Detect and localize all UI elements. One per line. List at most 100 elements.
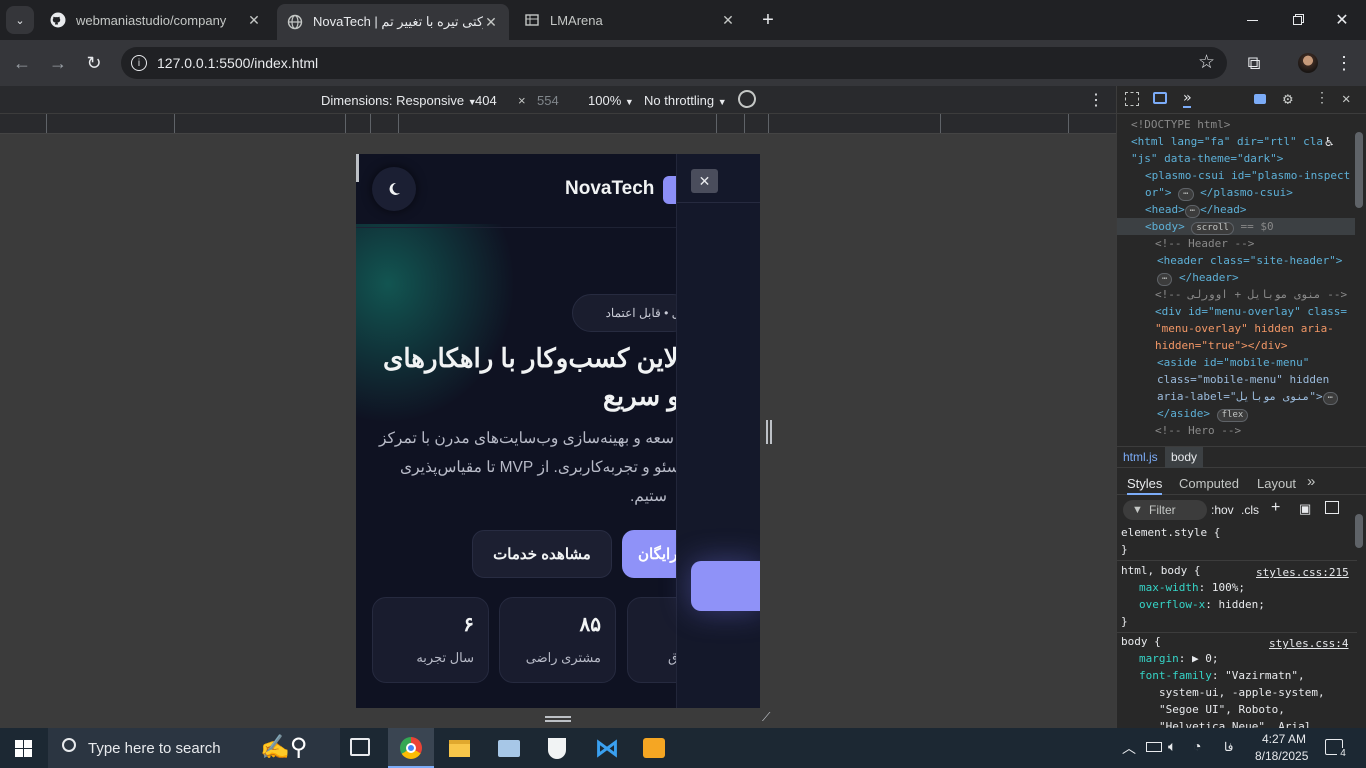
dom-node[interactable]: ⋯ </header> [1157,269,1239,286]
clock-time[interactable]: 4:27 AM [1262,732,1306,746]
dom-node[interactable]: <!-- Hero --> [1155,422,1241,439]
dom-node[interactable]: <div id="menu-overlay" class= [1155,303,1347,320]
styles-scrollbar[interactable] [1355,514,1363,548]
tab-styles[interactable]: Styles [1127,476,1163,495]
dom-node[interactable]: <head> ⋯ </head> [1145,201,1247,218]
tab-computed[interactable]: Computed [1179,476,1239,491]
brand-name[interactable]: NovaTech [565,178,654,200]
breadcrumb-body[interactable]: body [1165,447,1204,468]
rule-selector[interactable]: element.style { [1121,524,1220,541]
height-input[interactable]: 554 [537,93,559,108]
dom-node[interactable]: or"> ⋯ </plasmo-csui> [1145,184,1293,201]
declaration[interactable]: overflow-x: hidden; [1139,596,1265,613]
extensions-icon[interactable]: ⧉ [1242,51,1266,75]
resize-handle-corner[interactable]: ⟋ [762,710,776,724]
cls-toggle[interactable]: .cls [1241,503,1259,517]
breadcrumb-html[interactable]: html.js [1123,450,1158,464]
close-tab-icon[interactable]: ✕ [246,12,262,29]
tab-novatech[interactable]: NovaTech | شرکتی تیره با تغییر تم ✕ [277,4,509,40]
sidebar-toggle-icon[interactable] [1325,501,1339,514]
vscode-icon[interactable]: ⋈ [595,737,619,761]
declaration[interactable]: margin: ▶ 0; [1139,650,1219,667]
close-tab-icon[interactable]: ✕ [720,12,736,29]
more-tabs-icon[interactable]: » [1183,90,1192,108]
dom-scrollbar[interactable] [1355,132,1363,208]
clock-date[interactable]: 8/18/2025 [1255,749,1308,763]
dom-node[interactable]: hidden="true"></div> [1155,337,1287,354]
close-tab-icon[interactable]: ✕ [483,14,499,31]
dom-node[interactable]: <!-- Header --> [1155,235,1254,252]
rule-source-link[interactable]: styles.css:4 [1269,635,1348,652]
address-bar[interactable]: i 127.0.0.1:5500/index.html ☆ [121,47,1227,79]
close-devtools-icon[interactable]: ✕ [1342,91,1350,107]
site-info-icon[interactable]: i [131,55,147,71]
back-icon[interactable]: ← [10,51,34,75]
theme-toggle-button[interactable] [372,167,416,211]
dom-node[interactable]: class="mobile-menu" hidden [1157,371,1329,388]
console-messages-icon[interactable] [1254,94,1266,104]
more-tabs-icon[interactable]: » [1307,473,1315,490]
rotate-icon[interactable] [734,86,760,112]
new-tab-icon[interactable]: + [758,8,778,32]
rule-selector[interactable]: html, body { [1121,562,1200,579]
dom-node[interactable]: </aside> flex [1157,405,1249,422]
minimize-icon[interactable] [1240,8,1264,32]
language-indicator[interactable]: فا [1224,740,1233,754]
close-menu-button[interactable]: ✕ [691,169,718,193]
declaration[interactable]: font-family: "Vazirmatn", [1139,667,1305,684]
dom-node[interactable]: <header class="site-header"> [1157,252,1342,269]
forward-icon[interactable]: → [46,51,70,75]
settings-gear-icon[interactable]: ⚙ [1283,89,1293,108]
declaration[interactable]: max-width: 100%; [1139,579,1245,596]
inspect-element-icon[interactable] [1125,92,1139,106]
zoom-dropdown[interactable]: 100% ▼ [588,93,634,108]
taskbar-search-box[interactable]: Type here to search ✍⚲ [48,728,340,768]
new-rule-icon[interactable]: + [1271,499,1280,517]
drawer-cta-button[interactable] [691,561,760,611]
chrome-taskbar-icon[interactable] [388,728,434,768]
task-view-icon[interactable] [350,738,370,756]
dom-node[interactable]: <plasmo-csui id="plasmo-inspect [1145,167,1350,184]
dom-node[interactable]: aria-label="منوی موبایل"> ⋯ [1157,388,1339,405]
dom-node[interactable]: <aside id="mobile-menu" [1157,354,1309,371]
resize-handle-right[interactable] [766,420,772,444]
battery-icon[interactable] [1146,742,1162,752]
close-window-icon[interactable]: ✕ [1330,8,1354,32]
paint-icon[interactable]: ▣ [1299,501,1311,517]
rule-selector[interactable]: body { [1121,633,1161,650]
dimensions-dropdown[interactable]: Dimensions: Responsive ▼ [321,93,477,108]
width-input[interactable]: 404 [475,93,497,108]
devtools-menu-icon[interactable]: ⋮ [1315,90,1329,106]
reload-icon[interactable]: ↻ [82,51,106,75]
avatar[interactable] [1298,53,1318,73]
dom-node[interactable]: "menu-overlay" hidden aria- [1155,320,1334,337]
resize-handle-bottom[interactable] [545,716,571,722]
cta-secondary-button[interactable]: مشاهده خدمات [472,530,612,578]
hov-toggle[interactable]: :hov [1211,503,1234,517]
file-explorer-icon[interactable] [449,740,470,757]
throttling-dropdown[interactable]: No throttling ▼ [644,93,727,108]
tab-layout[interactable]: Layout [1257,476,1296,491]
dom-node[interactable]: <!-- منوی موبایل + اوورلی --> [1155,286,1347,303]
device-options-icon[interactable]: ⋮ [1088,90,1104,110]
tab-search-button[interactable]: ⌄ [6,6,34,34]
app-icon[interactable] [498,740,520,757]
volume-icon[interactable]: 🔈︎ [1168,738,1176,755]
accessibility-icon[interactable]: ♿ [1325,134,1333,150]
media-player-icon[interactable] [643,738,665,758]
menu-kebab-icon[interactable]: ⋮ [1332,51,1356,75]
tab-github[interactable]: webmaniastudio/company ✕ [40,4,272,36]
show-hidden-icons-chevron[interactable]: ︿ [1122,738,1136,758]
dom-node[interactable]: <html lang="fa" dir="rtl" cla [1131,133,1323,150]
dom-node[interactable]: <body> scroll == $0 [1145,218,1274,235]
wifi-icon[interactable]: ◔ [1193,738,1201,754]
dom-node[interactable]: <!DOCTYPE html> [1131,116,1230,133]
windows-start-icon[interactable] [15,740,32,757]
filter-input[interactable]: ▼ Filter [1123,500,1207,520]
tab-lmarena[interactable]: LMArena ✕ [514,4,746,36]
device-toggle-icon[interactable] [1153,92,1167,104]
cta-primary-button[interactable]: رایگان [622,530,682,578]
dom-node[interactable]: "js" data-theme="dark"> [1131,150,1283,167]
security-shield-icon[interactable] [548,738,566,759]
rule-source-link[interactable]: styles.css:215 [1256,564,1349,581]
